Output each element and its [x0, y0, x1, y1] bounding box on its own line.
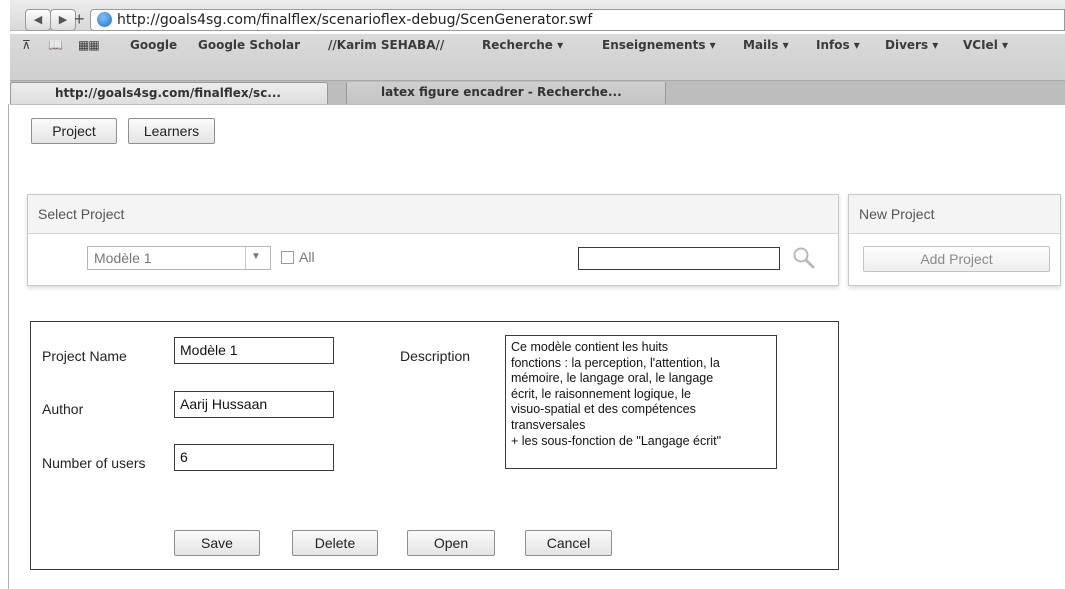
open-button[interactable]: Open [407, 530, 495, 556]
select-project-panel: Select Project Modèle 1 ▼ All [27, 194, 839, 286]
dropdown-value: Modèle 1 [94, 250, 152, 266]
tab-active[interactable]: http://goals4sg.com/finalflex/sc... [10, 82, 328, 104]
browser-chrome: ◀ ▶ + http://goals4sg.com/finalflex/scen… [10, 0, 1065, 105]
tab-label: latex figure encadrer - Recherche... [381, 85, 622, 99]
bookmark-item[interactable]: Infos ▾ [816, 38, 860, 52]
tab-label: http://goals4sg.com/finalflex/sc... [55, 86, 281, 100]
bookmark-item[interactable]: Mails ▾ [743, 38, 789, 52]
back-icon[interactable]: ◀ [25, 9, 51, 31]
tab-inactive[interactable]: latex figure encadrer - Recherche... [346, 82, 666, 104]
add-project-button[interactable]: Add Project [863, 246, 1050, 272]
bookmark-item[interactable]: Divers ▾ [885, 38, 938, 52]
bookmark-item[interactable]: Enseignements ▾ [602, 38, 716, 52]
description-line: écrit, le raisonnement logique, le [511, 386, 691, 401]
all-label: All [299, 249, 315, 265]
dropdown-divider [245, 247, 246, 269]
tab-bar: http://goals4sg.com/finalflex/sc... late… [10, 80, 1065, 105]
description-line: fonctions : la perception, l'attention, … [511, 355, 720, 370]
bookmark-item[interactable]: VCIel ▾ [963, 38, 1008, 52]
plus-icon[interactable]: + [74, 9, 85, 29]
forward-icon[interactable]: ▶ [50, 9, 76, 31]
project-name-field[interactable]: Modèle 1 [174, 337, 334, 364]
description-line: + les sous-fonction de "Langage écrit" [511, 433, 722, 448]
globe-icon [97, 12, 112, 27]
reading-list-icon[interactable]: ⊼ [22, 38, 31, 52]
number-of-users-label: Number of users [42, 455, 146, 471]
description-line: Ce modèle contient les huits [511, 340, 669, 354]
address-url: http://goals4sg.com/finalflex/scenariofl… [117, 12, 593, 28]
description-field[interactable]: Ce modèle contient les huits fonctions :… [505, 335, 777, 469]
left-border [8, 104, 9, 589]
description-line: transversales [511, 417, 586, 432]
bookmarks-book-icon[interactable]: 📖 [48, 38, 63, 52]
save-button[interactable]: Save [174, 530, 260, 556]
bookmark-item[interactable]: //Karim SEHABA// [328, 38, 444, 52]
description-label: Description [400, 348, 471, 364]
number-of-users-field[interactable]: 6 [174, 444, 334, 471]
description-line: visuo-spatial et des compétences [511, 402, 696, 417]
project-name-label: Project Name [42, 348, 127, 364]
bookmarks-bar: ⊼ 📖 ▦▦ Google Google Scholar //Karim SEH… [10, 34, 1065, 80]
browser-toolbar: ◀ ▶ + http://goals4sg.com/finalflex/scen… [10, 0, 1065, 31]
address-bar[interactable]: http://goals4sg.com/finalflex/scenariofl… [90, 9, 1065, 31]
project-button[interactable]: Project [31, 118, 117, 144]
cancel-button[interactable]: Cancel [525, 530, 612, 556]
description-line: mémoire, le langage oral, le langage [511, 371, 714, 386]
grid-icon[interactable]: ▦▦ [78, 38, 100, 52]
dropdown-arrow-icon[interactable]: ▼ [251, 251, 261, 262]
author-field[interactable]: Aarij Hussaan [174, 391, 334, 418]
delete-button[interactable]: Delete [292, 530, 378, 556]
bookmark-item[interactable]: Google [130, 38, 177, 52]
panel-title: Select Project [28, 195, 838, 234]
project-form: Project Name Modèle 1 Author Aarij Hussa… [30, 321, 839, 570]
panel-title: New Project [849, 195, 1060, 234]
bookmark-item[interactable]: Recherche ▾ [482, 38, 563, 52]
all-checkbox[interactable] [281, 251, 294, 264]
new-project-panel: New Project Add Project [848, 194, 1061, 286]
author-label: Author [42, 401, 84, 417]
search-icon[interactable] [791, 245, 817, 271]
learners-button[interactable]: Learners [128, 118, 215, 144]
search-input[interactable] [578, 247, 780, 270]
bookmark-item[interactable]: Google Scholar [198, 38, 300, 52]
project-dropdown[interactable]: Modèle 1 ▼ [87, 246, 271, 270]
